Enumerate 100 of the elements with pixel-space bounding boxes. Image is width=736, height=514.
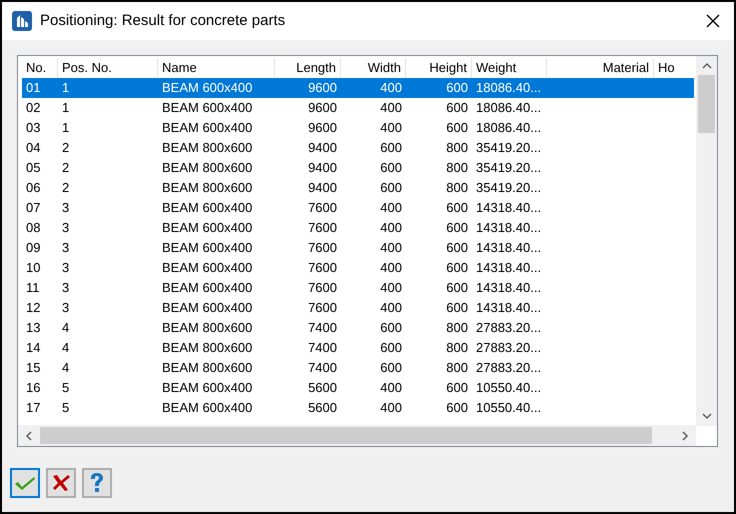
table-cell-text: BEAM 800x600: [162, 319, 252, 338]
table-cell-text: 27883.20...: [476, 339, 542, 358]
table-cell-text: 9400: [308, 139, 337, 158]
table-cell-text: 800: [446, 339, 468, 358]
table-cell-text: 400: [380, 219, 402, 238]
table-cell-text: 600: [446, 79, 468, 98]
table-cell-text: 5: [62, 379, 70, 398]
table-cell-text: 14318.40...: [476, 279, 542, 298]
help-button[interactable]: [82, 468, 112, 498]
cross-icon: [51, 474, 71, 492]
table-cell-text: 7600: [308, 279, 337, 298]
table-cell-text: 400: [380, 119, 402, 138]
scroll-down-icon[interactable]: [702, 413, 712, 420]
column-header[interactable]: Name: [162, 58, 197, 78]
table-cell-text: 400: [380, 79, 402, 98]
ok-button[interactable]: [10, 468, 40, 498]
table-cell-text: 600: [446, 99, 468, 118]
table-cell-text: 04: [26, 139, 40, 158]
table-cell-text: 7600: [308, 299, 337, 318]
table-cell-text: 400: [380, 399, 402, 418]
table-cell-text: 14: [26, 339, 40, 358]
table-cell-text: 9400: [308, 159, 337, 178]
table-cell-text: 35419.20...: [476, 179, 542, 198]
table-cell-text: 800: [446, 159, 468, 178]
table-cell-text: BEAM 600x400: [162, 219, 252, 238]
scroll-thumb[interactable]: [40, 427, 652, 444]
table-cell-text: 600: [446, 259, 468, 278]
scroll-up-icon[interactable]: [702, 62, 712, 69]
checkmark-icon: [14, 475, 36, 491]
table-cell-text: 07: [26, 199, 40, 218]
table-cell-text: BEAM 800x600: [162, 139, 252, 158]
table-cell-text: 7400: [308, 339, 337, 358]
scroll-left-icon[interactable]: [25, 430, 32, 440]
table-cell-text: 2: [62, 139, 70, 158]
table-cell-text: 600: [380, 139, 402, 158]
table-cell-text: 9600: [308, 119, 337, 138]
table-cell-text: 600: [446, 379, 468, 398]
table-cell-text: 600: [380, 179, 402, 198]
table-cell-text: 4: [62, 359, 70, 378]
column-header[interactable]: Length: [296, 58, 336, 78]
table-cell-text: 05: [26, 159, 40, 178]
column-header[interactable]: Material: [602, 58, 649, 78]
table-cell-text: 02: [26, 99, 40, 118]
table-cell-text: 3: [62, 259, 70, 278]
table-cell-text: 400: [380, 99, 402, 118]
table-cell-text: 14318.40...: [476, 199, 542, 218]
table-cell-text: 3: [62, 279, 70, 298]
horizontal-scrollbar[interactable]: [18, 425, 696, 446]
table-cell-text: BEAM 800x600: [162, 339, 252, 358]
table-cell-text: 10: [26, 259, 40, 278]
table-cell-text: BEAM 600x400: [162, 239, 252, 258]
column-header[interactable]: Ho: [658, 58, 675, 78]
column-header[interactable]: No.: [26, 58, 46, 78]
table-cell-text: 600: [380, 359, 402, 378]
table-cell-text: 14318.40...: [476, 219, 542, 238]
table-cell-text: 13: [26, 319, 40, 338]
table-cell-text: 9400: [308, 179, 337, 198]
table-cell-text: 800: [446, 139, 468, 158]
scroll-thumb[interactable]: [698, 75, 715, 133]
table-cell-text: BEAM 600x400: [162, 99, 252, 118]
table-cell-text: 400: [380, 379, 402, 398]
table-cell-text: 4: [62, 339, 70, 358]
table-cell-text: 3: [62, 199, 70, 218]
column-header[interactable]: Height: [429, 58, 467, 78]
scroll-right-icon[interactable]: [682, 430, 689, 440]
table-cell-text: 18086.40...: [476, 79, 542, 98]
table-cell-text: 800: [446, 179, 468, 198]
table-cell-text: 3: [62, 239, 70, 258]
table-cell-text: 600: [446, 239, 468, 258]
table-cell-text: 1: [62, 119, 70, 138]
table-cell-text: 9600: [308, 79, 337, 98]
table-cell-text: 600: [446, 219, 468, 238]
table-cell-text: 3: [62, 299, 70, 318]
column-header[interactable]: Width: [368, 58, 401, 78]
column-header[interactable]: Pos. No.: [62, 58, 112, 78]
table-cell-text: BEAM 600x400: [162, 79, 252, 98]
app-logo-icon: [12, 11, 32, 31]
column-header[interactable]: Weight: [476, 58, 516, 78]
table-cell-text: 27883.20...: [476, 359, 542, 378]
table-cell-text: 16: [26, 379, 40, 398]
selected-row[interactable]: 01 1 BEAM 600x400 9600 400 600 18086.40...: [22, 78, 694, 98]
table-cell-text: BEAM 600x400: [162, 259, 252, 278]
vertical-scrollbar[interactable]: [696, 56, 717, 426]
table-cell-text: BEAM 600x400: [162, 279, 252, 298]
table-cell-text: 400: [380, 259, 402, 278]
table-cell-text: 400: [380, 299, 402, 318]
table-cell-text: 600: [380, 159, 402, 178]
table-cell-text: 06: [26, 179, 40, 198]
cancel-button[interactable]: [46, 468, 76, 498]
table-cell-text: 7400: [308, 359, 337, 378]
table-cell-text: 800: [446, 359, 468, 378]
table-cell-text: 10550.40...: [476, 379, 542, 398]
table-cell-text: 4: [62, 319, 70, 338]
close-icon[interactable]: [706, 14, 720, 28]
table-cell-text: 600: [446, 119, 468, 138]
table-cell-text: 600: [446, 279, 468, 298]
table-cell-text: BEAM 600x400: [162, 379, 252, 398]
table-cell-text: 9600: [308, 99, 337, 118]
table-cell-text: 14318.40...: [476, 239, 542, 258]
table-cell-text: 5600: [308, 399, 337, 418]
